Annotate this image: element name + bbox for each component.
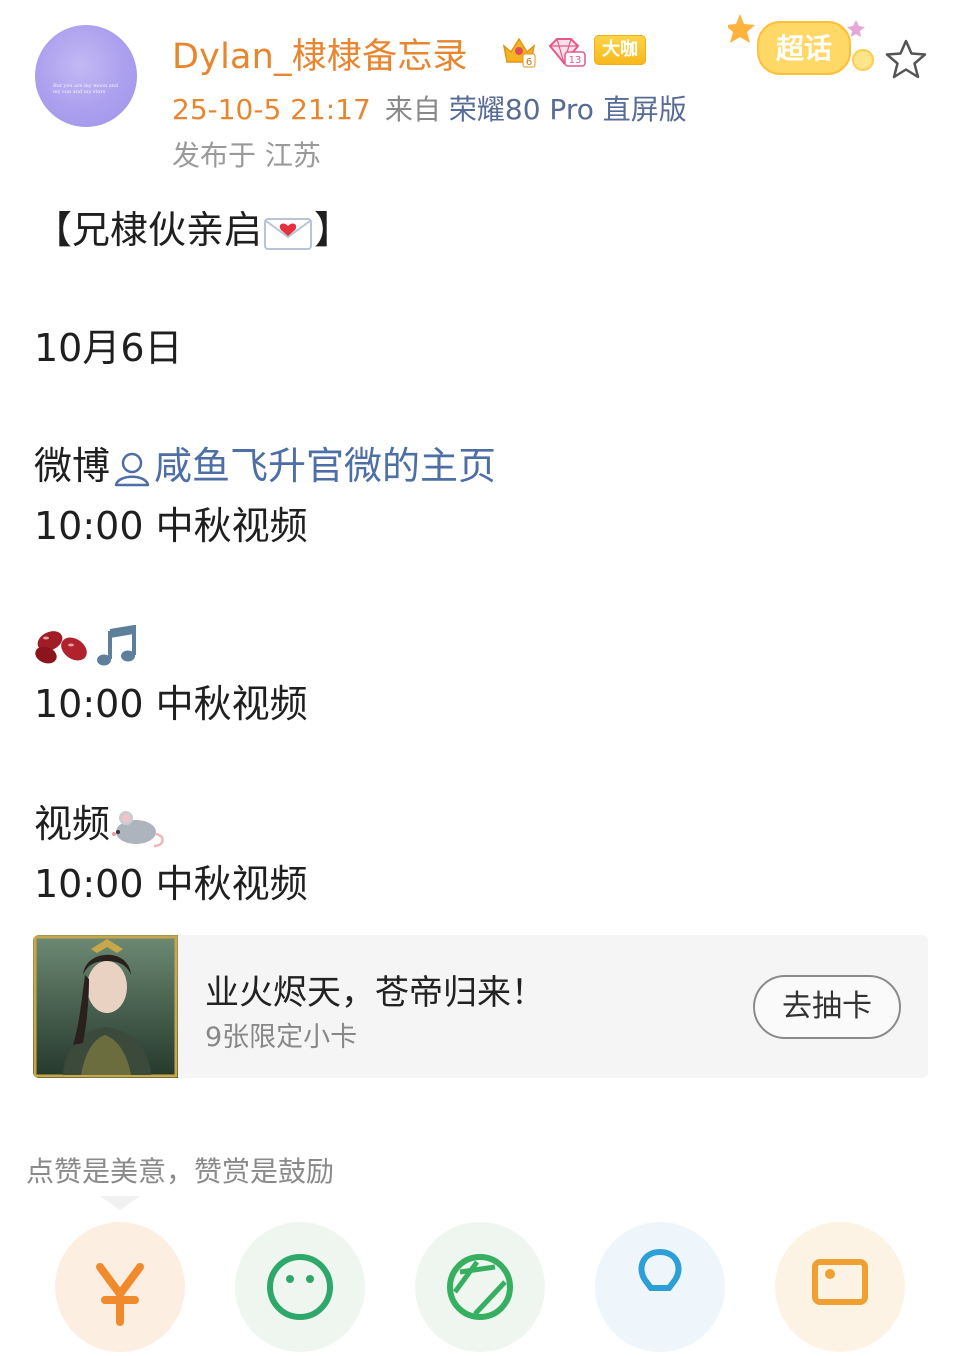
section-music-line [34, 622, 142, 669]
section-weibo-time: 10:00 中秋视频 [34, 504, 308, 548]
section-video-time: 10:00 中秋视频 [34, 862, 308, 906]
section-weibo-line: 微博 咸鱼飞升官微的主页 [34, 444, 496, 489]
reward-image-button[interactable] [775, 1222, 905, 1352]
shutter-icon [447, 1254, 513, 1320]
post-meta: 25-10-5 21:17 来自 荣耀80 Pro 直屏版 [172, 88, 687, 128]
avatar[interactable]: But you are my moon and my sun and my st… [35, 25, 137, 127]
platform-video: 视频 [34, 802, 111, 846]
post-heading: 【兄棣伙亲启 】 [34, 208, 352, 253]
gem-badge-icon: 13 [548, 38, 586, 67]
user-icon [114, 452, 150, 486]
author-name[interactable]: Dylan_棣棣备忘录 [172, 28, 468, 79]
tooltip-pointer [100, 1196, 140, 1210]
reward-yuan-button[interactable] [55, 1222, 185, 1352]
envelope-heart-icon [264, 217, 313, 250]
post-date: 10月6日 [34, 326, 183, 370]
crown-level: 6 [526, 57, 532, 68]
heading-text: 【兄棣伙亲启 [34, 208, 263, 252]
card-draw-promo[interactable]: 业火烬天，苍帝归来！ 9张限定小卡 去抽卡 [33, 935, 928, 1078]
card-thumbnail [33, 935, 178, 1078]
from-label: 来自 [384, 93, 441, 126]
gem-level: 13 [569, 55, 582, 66]
smile-icon [267, 1254, 333, 1320]
section-music-time: 10:00 中秋视频 [34, 682, 308, 726]
supertopic-button[interactable]: 超话 [728, 8, 878, 86]
music-note-icon [97, 624, 136, 665]
device-link[interactable]: 荣耀80 Pro 直屏版 [449, 93, 687, 126]
post-time: 25-10-5 21:17 [172, 93, 371, 126]
reward-wechat-button[interactable] [235, 1222, 365, 1352]
profile-link[interactable]: 咸鱼飞升官微的主页 [154, 444, 496, 488]
card-title: 业火烬天，苍帝归来！ [205, 973, 545, 1013]
platform-weibo: 微博 [34, 444, 111, 488]
heading-end: 】 [314, 208, 353, 252]
bulb-icon [638, 1248, 682, 1291]
supertopic-label: 超话 [776, 32, 832, 65]
portrait-image [33, 935, 178, 1078]
crown-badge-icon: 6 [502, 37, 536, 68]
mouse-icon [112, 810, 164, 847]
picture-icon [812, 1259, 868, 1305]
vip-badge: 大咖 [594, 35, 646, 65]
reward-alipay-button[interactable] [595, 1222, 725, 1352]
post-location: 发布于 江苏 [172, 139, 321, 172]
reward-shutter-button[interactable] [415, 1222, 545, 1352]
section-video-line: 视频 [34, 802, 168, 850]
yuan-icon [96, 1263, 144, 1326]
beans-icon [35, 630, 87, 663]
favorite-star-icon[interactable] [883, 37, 929, 81]
avatar-caption: But you are my moon and my sun and my st… [53, 83, 119, 95]
card-subtitle: 9张限定小卡 [205, 1022, 358, 1053]
reward-prompt: 点赞是美意，赞赏是鼓励 [26, 1155, 335, 1188]
draw-card-button[interactable]: 去抽卡 [753, 975, 901, 1039]
